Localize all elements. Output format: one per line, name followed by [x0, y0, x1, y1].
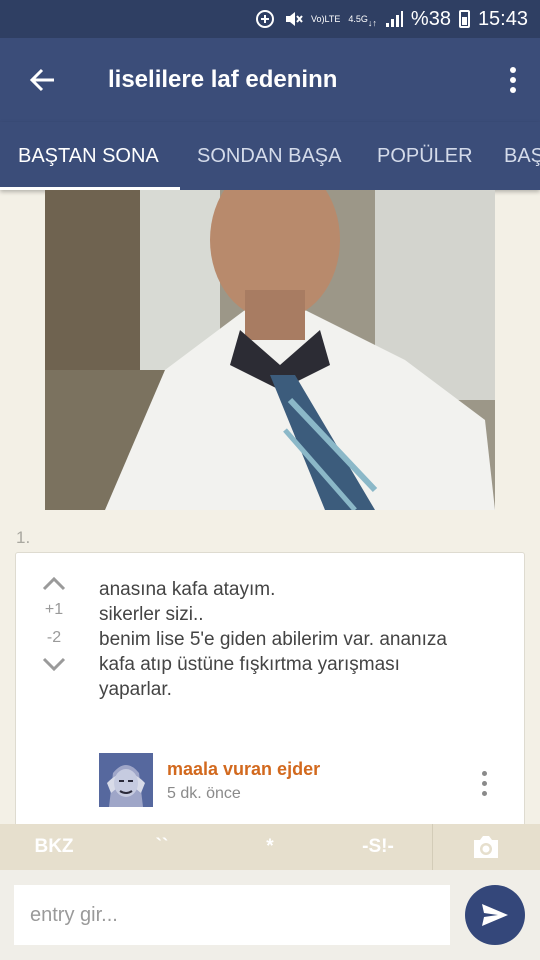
entry-text-line: anasına kafa atayım. [99, 579, 276, 600]
battery-percent: %38 [410, 7, 451, 30]
bkz-button[interactable]: BKZ [0, 824, 108, 870]
camera-button[interactable] [432, 824, 540, 870]
editor-toolbar: BKZ `` * -S!- [0, 824, 540, 870]
camera-icon [474, 836, 498, 858]
more-vert-icon [510, 67, 516, 93]
entry-text: anasına kafa atayım. sikerler sizi.. ben… [99, 577, 499, 702]
upvote-icon[interactable] [42, 577, 66, 591]
network-type-icon: 4.5G ↓↑ [348, 13, 377, 28]
spoiler-button[interactable]: -S!- [324, 824, 432, 870]
volte-icon: Vo) LTE [311, 13, 341, 24]
tab-sondan-basa[interactable]: SONDAN BAŞA [197, 122, 341, 190]
overflow-menu-button[interactable] [486, 38, 540, 122]
entry-text-line: kafa atıp üstüne fışkırtma yarışması [99, 654, 400, 675]
page-title: liselilere laf edeninn [108, 66, 338, 93]
entry-number: 1. [16, 528, 31, 547]
mute-icon [283, 9, 303, 29]
downvote-icon[interactable] [42, 657, 66, 671]
downvote-count: -2 [46, 629, 62, 646]
signal-icon [385, 10, 403, 28]
tab-bastan-sona[interactable]: BAŞTAN SONA [18, 122, 159, 190]
entry-text-line: sikerler sizi.. [99, 604, 204, 625]
hidden-bkz-button[interactable]: `` [108, 824, 216, 870]
entry-list[interactable]: 1. +1 -2 anasına kafa atayım. sikerler s… [0, 190, 540, 824]
arrow-back-icon [29, 68, 54, 92]
sort-tabs: BAŞTAN SONA SONDAN BAŞA POPÜLER BAŞ [0, 122, 540, 190]
back-button[interactable] [0, 38, 84, 122]
entry-text-line: benim lise 5'e giden abilerim var. ananı… [99, 629, 447, 650]
entry-text-line: yaparlar. [99, 679, 172, 700]
tab-populer[interactable]: POPÜLER [377, 122, 473, 190]
avatar[interactable] [99, 753, 153, 807]
send-icon [482, 904, 508, 926]
upvote-count: +1 [44, 601, 64, 618]
entry-photo[interactable] [45, 190, 495, 510]
battery-icon [458, 10, 470, 28]
toolbar-divider [432, 824, 433, 870]
entry-input-bar [0, 870, 540, 960]
entry-time: 5 dk. önce [167, 785, 241, 802]
clock: 15:43 [477, 7, 528, 30]
asterisk-button[interactable]: * [216, 824, 324, 870]
app-bar: liselilere laf edeninn [0, 38, 540, 122]
data-saver-icon [255, 9, 275, 29]
author-row: maala vuran ejder 5 dk. önce [99, 753, 519, 809]
tab-bas[interactable]: BAŞ [504, 122, 540, 190]
vote-controls: +1 -2 [38, 577, 70, 671]
entry-input[interactable] [14, 885, 450, 945]
author-name[interactable]: maala vuran ejder [167, 759, 320, 780]
send-button[interactable] [465, 885, 525, 945]
status-bar: Vo) LTE 4.5G ↓↑ %38 15:43 [0, 0, 540, 38]
entry-more-icon[interactable] [479, 771, 489, 801]
entry-card: +1 -2 anasına kafa atayım. sikerler sizi… [15, 552, 525, 824]
